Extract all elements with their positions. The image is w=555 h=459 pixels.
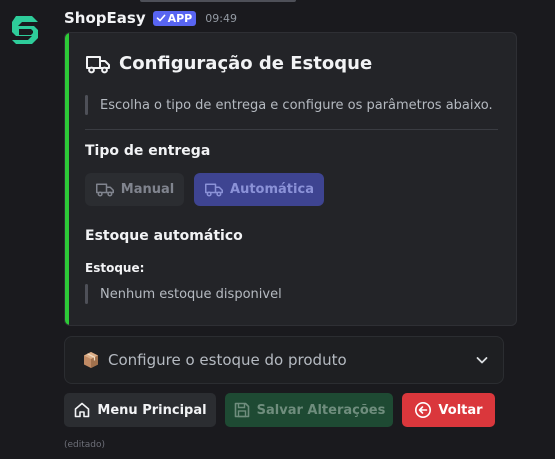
home-icon (75, 402, 90, 418)
description-quote: Escolha o tipo de entrega e configure os… (85, 95, 493, 115)
message-header: ShopEasy APP 09:49 (64, 8, 237, 28)
verified-check-icon (156, 14, 166, 22)
stock-field-value: Nenhum estoque disponivel (100, 286, 282, 302)
edited-indicator: (editado) (64, 440, 106, 450)
select-placeholder: Configure o estoque do produto (108, 351, 347, 369)
quote-bar (85, 95, 88, 115)
save-icon (234, 402, 249, 418)
arrow-left-circle-icon (415, 402, 432, 418)
embed-title: Configuração de Estoque (85, 53, 372, 74)
avatar[interactable] (10, 14, 40, 46)
app-badge: APP (152, 10, 197, 26)
stock-field-name: Estoque: (85, 261, 145, 275)
auto-stock-section-title: Estoque automático (85, 228, 243, 244)
embed-accent-bar (65, 33, 69, 325)
back-label: Voltar (438, 402, 483, 418)
manual-delivery-button[interactable]: Manual (85, 173, 184, 206)
stock-field-quote: Nenhum estoque disponivel (85, 284, 282, 304)
embed-title-text: Configuração de Estoque (119, 53, 373, 74)
back-button[interactable]: Voltar (402, 393, 495, 427)
delivery-section-title: Tipo de entrega (85, 143, 211, 159)
save-changes-button[interactable]: Salvar Alterações (225, 393, 393, 427)
embed-card: Configuração de Estoque Escolha o tipo d… (64, 32, 517, 326)
quote-bar (85, 284, 88, 304)
main-menu-label: Menu Principal (97, 402, 207, 418)
previous-message-edge (140, 0, 296, 2)
embed-description: Escolha o tipo de entrega e configure os… (100, 97, 493, 113)
main-menu-button[interactable]: Menu Principal (64, 393, 216, 427)
save-changes-label: Salvar Alterações (256, 402, 386, 418)
truck-icon (95, 183, 114, 197)
truck-icon (86, 55, 110, 73)
truck-icon (205, 183, 224, 197)
app-badge-label: APP (167, 11, 193, 25)
automatic-delivery-label: Automática (230, 182, 314, 197)
chevron-down-icon (476, 357, 488, 364)
author-name[interactable]: ShopEasy (64, 9, 146, 27)
separator (85, 129, 498, 130)
shopeasy-logo-icon (12, 16, 38, 44)
stock-config-select[interactable]: Configure o estoque do produto (64, 336, 504, 384)
timestamp: 09:49 (205, 11, 237, 25)
manual-delivery-label: Manual (120, 182, 175, 197)
automatic-delivery-button[interactable]: Automática (194, 173, 324, 206)
package-icon (84, 352, 98, 368)
